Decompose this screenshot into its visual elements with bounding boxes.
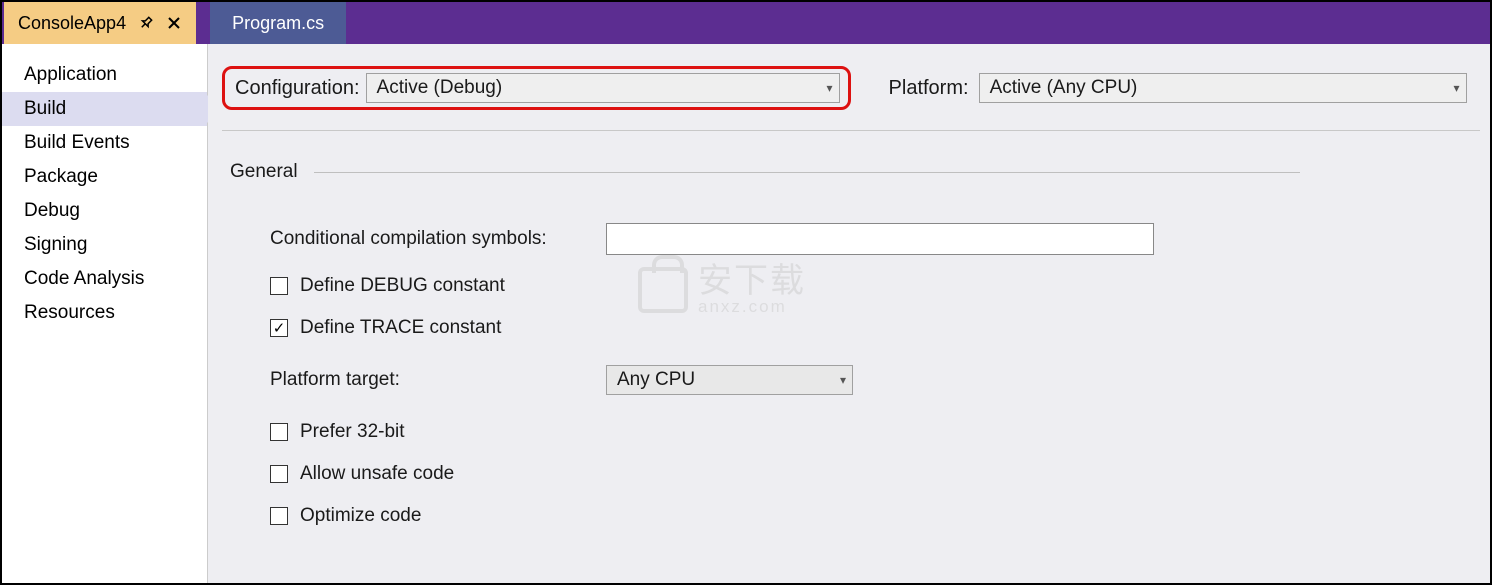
tab-consoleapp4[interactable]: ConsoleApp4 [4, 2, 196, 44]
tab-label: Program.cs [232, 13, 324, 34]
conditional-symbols-label: Conditional compilation symbols: [270, 228, 606, 250]
allow-unsafe-checkbox[interactable] [270, 465, 288, 483]
define-debug-checkbox[interactable] [270, 277, 288, 295]
platform-dropdown[interactable]: Active (Any CPU) ▾ [979, 73, 1467, 103]
configuration-value: Active (Debug) [377, 77, 503, 99]
sidebar-item-label: Debug [24, 200, 80, 221]
platform-target-value: Any CPU [617, 369, 695, 391]
optimize-code-label: Optimize code [300, 505, 421, 527]
sidebar-item-application[interactable]: Application [2, 58, 207, 92]
define-trace-checkbox[interactable] [270, 319, 288, 337]
divider [222, 130, 1480, 131]
sidebar-item-label: Package [24, 166, 98, 187]
configuration-highlight: Configuration: Active (Debug) ▾ [222, 66, 851, 110]
define-trace-label: Define TRACE constant [300, 317, 501, 339]
tab-label: ConsoleApp4 [18, 13, 126, 34]
sidebar-item-debug[interactable]: Debug [2, 194, 207, 228]
platform-target-dropdown[interactable]: Any CPU ▾ [606, 365, 853, 395]
section-title: General [230, 161, 298, 183]
sidebar-item-label: Signing [24, 234, 87, 255]
prefer-32bit-checkbox[interactable] [270, 423, 288, 441]
chevron-down-icon: ▾ [840, 373, 846, 387]
close-icon[interactable] [166, 15, 182, 31]
sidebar-item-build-events[interactable]: Build Events [2, 126, 207, 160]
chevron-down-icon: ▾ [1454, 81, 1460, 95]
sidebar-item-label: Resources [24, 302, 115, 323]
sidebar-item-label: Build [24, 98, 66, 119]
tab-program-cs[interactable]: Program.cs [210, 2, 346, 44]
sidebar-item-label: Build Events [24, 132, 130, 153]
define-debug-label: Define DEBUG constant [300, 275, 505, 297]
tab-strip: ConsoleApp4 Program.cs [2, 2, 1490, 44]
sidebar-item-code-analysis[interactable]: Code Analysis [2, 262, 207, 296]
optimize-code-checkbox[interactable] [270, 507, 288, 525]
chevron-down-icon: ▾ [827, 81, 833, 95]
conditional-symbols-input[interactable] [606, 223, 1154, 255]
sidebar-item-label: Application [24, 64, 117, 85]
configuration-dropdown[interactable]: Active (Debug) ▾ [366, 73, 840, 103]
section-general-header: General [230, 161, 1480, 183]
sidebar-item-resources[interactable]: Resources [2, 296, 207, 330]
prefer-32bit-label: Prefer 32-bit [300, 421, 405, 443]
sidebar-item-build[interactable]: Build [2, 92, 207, 126]
pin-icon[interactable] [138, 15, 154, 31]
platform-label: Platform: [889, 77, 969, 100]
sidebar-item-package[interactable]: Package [2, 160, 207, 194]
sidebar-item-signing[interactable]: Signing [2, 228, 207, 262]
section-line [314, 172, 1300, 173]
main-panel: Configuration: Active (Debug) ▾ Platform… [208, 44, 1490, 583]
configuration-label: Configuration: [235, 77, 360, 100]
sidebar-item-label: Code Analysis [24, 268, 144, 289]
platform-value: Active (Any CPU) [990, 77, 1138, 99]
allow-unsafe-label: Allow unsafe code [300, 463, 454, 485]
platform-target-label: Platform target: [270, 369, 606, 391]
sidebar: Application Build Build Events Package D… [2, 44, 208, 583]
